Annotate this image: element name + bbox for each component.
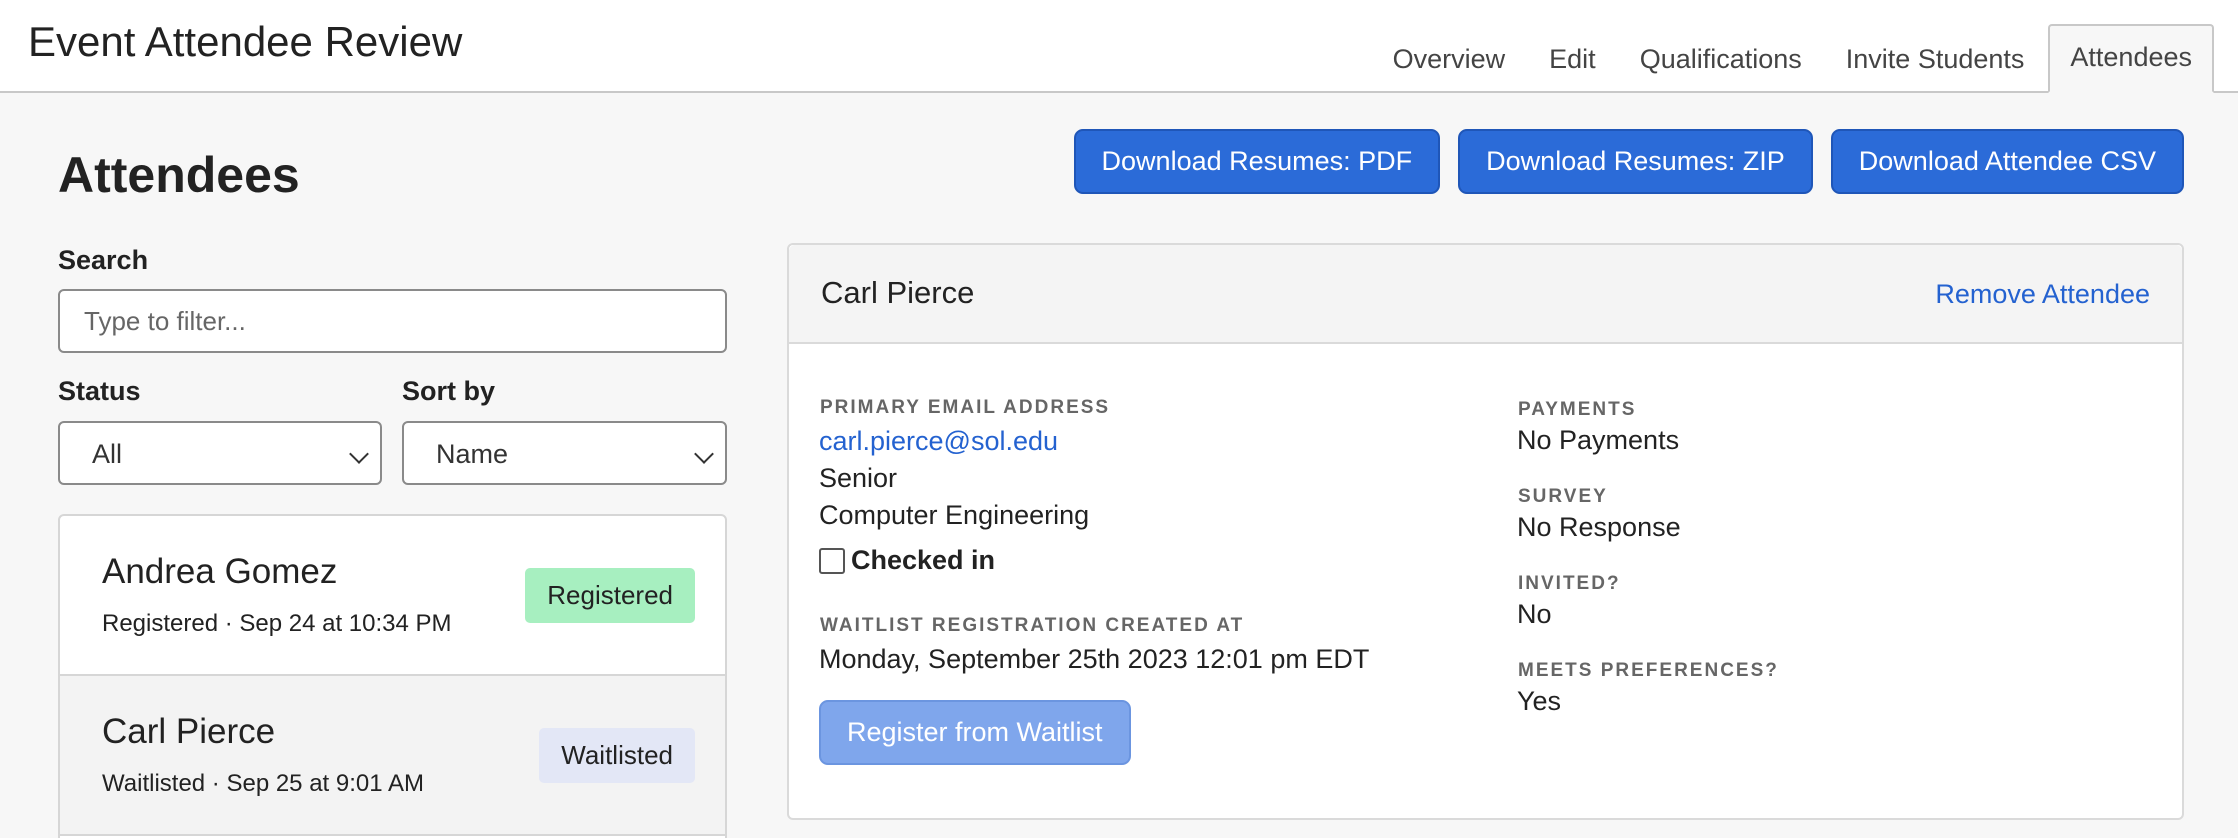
register-from-waitlist-button[interactable]: Register from Waitlist xyxy=(819,700,1131,765)
checked-in-checkbox[interactable] xyxy=(819,547,845,574)
payments-key: PAYMENTS xyxy=(1518,399,1637,420)
email-link[interactable]: carl.pierce@sol.edu xyxy=(819,426,1058,457)
checked-in-label: Checked in xyxy=(851,545,996,575)
tab-overview[interactable]: Overview xyxy=(1371,44,1528,93)
status-select-value: All xyxy=(92,439,123,469)
page-title: Attendees xyxy=(58,147,300,203)
status-badge: Waitlisted xyxy=(539,728,695,783)
tab-attendees[interactable]: Attendees xyxy=(2048,24,2214,93)
chevron-down-icon xyxy=(349,444,369,464)
download-resumes-pdf-button[interactable]: Download Resumes: PDF xyxy=(1073,129,1441,194)
status-badge: Registered xyxy=(525,568,695,623)
waitlist-created-value: Monday, September 25th 2023 12:01 pm EDT xyxy=(819,644,1370,674)
status-label: Status xyxy=(58,376,141,406)
survey-key: SURVEY xyxy=(1518,486,1608,507)
sort-select[interactable]: Name xyxy=(402,421,727,485)
remove-attendee-link[interactable]: Remove Attendee xyxy=(1935,279,2150,310)
search-label: Search xyxy=(58,245,149,275)
tab-edit[interactable]: Edit xyxy=(1527,44,1618,93)
download-resumes-zip-button[interactable]: Download Resumes: ZIP xyxy=(1458,129,1813,194)
sort-select-value: Name xyxy=(436,439,509,469)
payments-value: No Payments xyxy=(1517,425,1680,455)
major: Computer Engineering xyxy=(819,500,1090,530)
email-key: PRIMARY EMAIL ADDRESS xyxy=(820,397,1111,418)
detail-attendee-name: Carl Pierce xyxy=(821,275,975,310)
detail-header: Carl Pierce Remove Attendee xyxy=(789,245,2182,344)
status-select[interactable]: All xyxy=(58,421,382,485)
meets-preferences-value: Yes xyxy=(1517,686,1562,716)
sort-label: Sort by xyxy=(402,376,496,406)
search-input[interactable] xyxy=(58,289,727,353)
survey-value: No Response xyxy=(1517,512,1681,542)
checked-in-control: Checked in xyxy=(819,545,995,576)
invited-value: No xyxy=(1517,599,1552,629)
app-title: Event Attendee Review xyxy=(28,18,463,65)
class-year: Senior xyxy=(819,463,898,493)
tab-bar: Overview Edit Qualifications Invite Stud… xyxy=(1371,24,2214,93)
meets-preferences-key: MEETS PREFERENCES? xyxy=(1518,660,1779,681)
attendee-subtitle: Registered · Sep 24 at 10:34 PM xyxy=(102,610,452,637)
download-attendee-csv-button[interactable]: Download Attendee CSV xyxy=(1830,129,2184,194)
waitlist-created-key: WAITLIST REGISTRATION CREATED AT xyxy=(820,615,1245,636)
download-actions: Download Resumes: PDF Download Resumes: … xyxy=(1073,129,2184,194)
tab-invite-students[interactable]: Invite Students xyxy=(1824,44,2047,93)
chevron-down-icon xyxy=(694,444,714,464)
attendee-subtitle: Waitlisted · Sep 25 at 9:01 AM xyxy=(102,770,424,797)
attendee-list-item[interactable]: Andrea Gomez Registered · Sep 24 at 10:3… xyxy=(60,516,725,676)
attendee-list: Andrea Gomez Registered · Sep 24 at 10:3… xyxy=(58,514,727,838)
attendee-detail-panel: Carl Pierce Remove Attendee PRIMARY EMAI… xyxy=(787,243,2184,820)
attendee-list-item[interactable]: Carl Pierce Waitlisted · Sep 25 at 9:01 … xyxy=(60,676,725,836)
top-bar: Event Attendee Review Overview Edit Qual… xyxy=(0,0,2238,93)
invited-key: INVITED? xyxy=(1518,573,1621,594)
attendee-name: Carl Pierce xyxy=(102,712,276,751)
tab-qualifications[interactable]: Qualifications xyxy=(1618,44,1824,93)
attendee-name: Andrea Gomez xyxy=(102,552,338,591)
